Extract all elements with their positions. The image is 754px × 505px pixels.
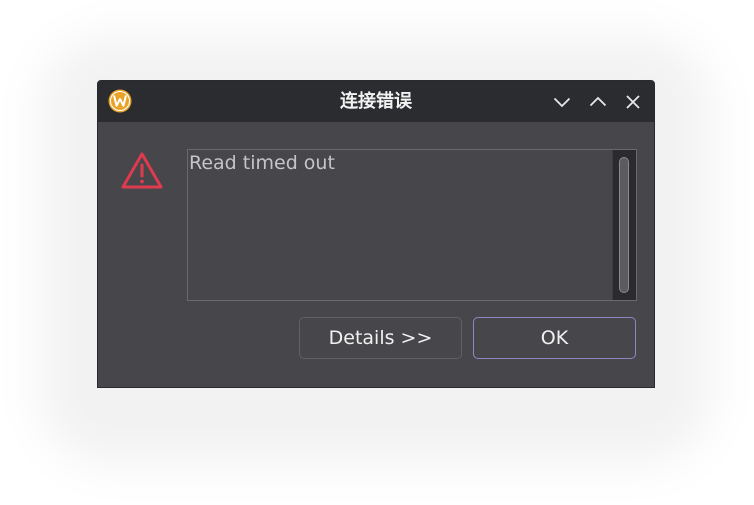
minimize-button[interactable] [550, 90, 574, 114]
title-bar[interactable]: 连接错误 [98, 81, 654, 122]
close-icon [626, 95, 640, 109]
message-text: Read timed out [189, 152, 335, 174]
ok-button[interactable]: OK [473, 317, 636, 359]
scrollbar-thumb[interactable] [619, 157, 629, 293]
warning-icon [121, 152, 163, 189]
chevron-down-icon [553, 97, 571, 108]
chevron-up-icon [589, 96, 607, 107]
vertical-scrollbar[interactable] [612, 150, 636, 300]
message-textbox[interactable]: Read timed out [187, 149, 637, 301]
error-dialog: 连接错误 Read timed out Details >> OK [97, 80, 655, 388]
close-button[interactable] [621, 90, 645, 114]
maximize-button[interactable] [586, 90, 610, 114]
details-button[interactable]: Details >> [299, 317, 462, 359]
